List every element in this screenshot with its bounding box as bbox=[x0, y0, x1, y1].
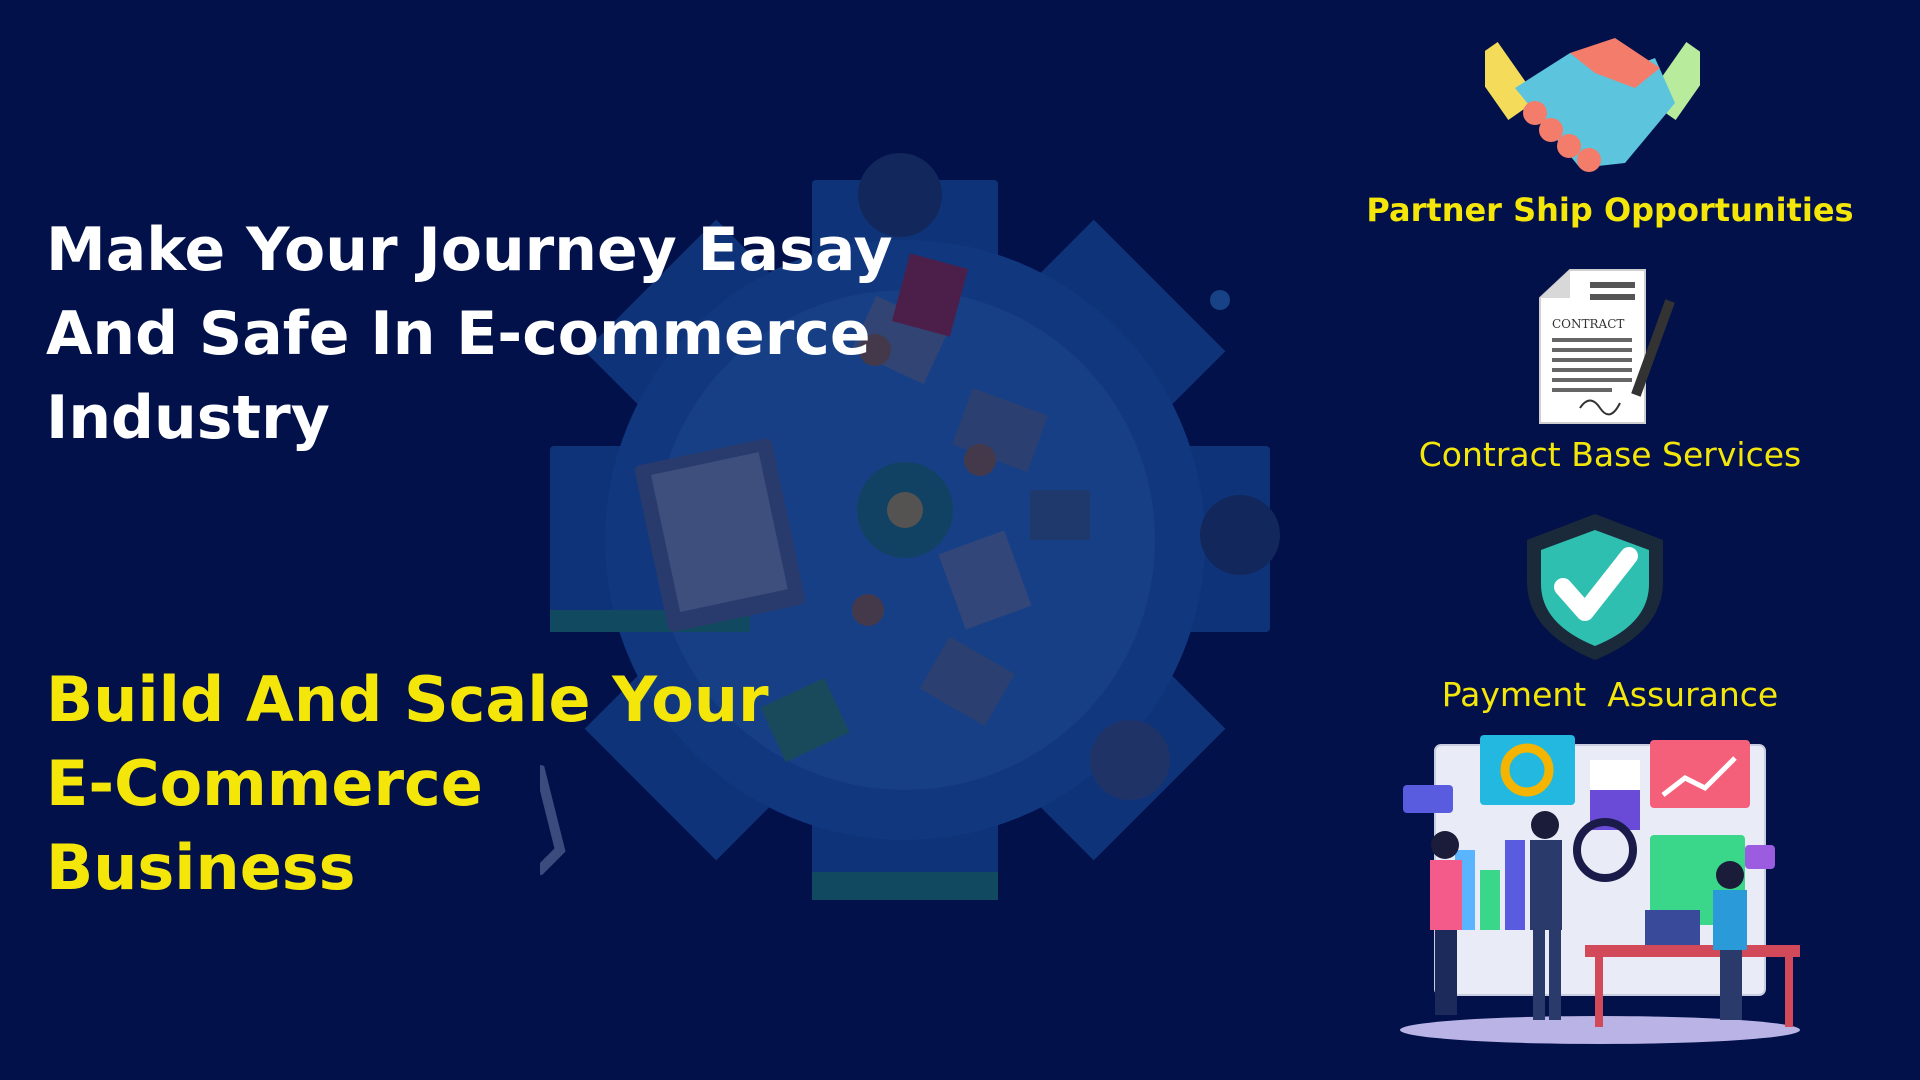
contract-icon: CONTRACT bbox=[1539, 269, 1675, 424]
analytics-team-illustration bbox=[1400, 735, 1800, 1044]
contract-icon-text: CONTRACT bbox=[1552, 317, 1624, 331]
feature-label-payment: Payment Assurance bbox=[1441, 675, 1779, 714]
page-subheadline: Build And Scale Your E-Commerce Business bbox=[46, 663, 769, 904]
page-headline: Make Your Journey Easay And Safe In E-co… bbox=[46, 215, 893, 453]
feature-label-partnership: Partner Ship Opportunities bbox=[1366, 191, 1854, 229]
shield-check-icon bbox=[1527, 514, 1663, 660]
feature-label-contract: Contract Base Services bbox=[1418, 435, 1802, 474]
handshake-icon bbox=[1485, 38, 1700, 172]
